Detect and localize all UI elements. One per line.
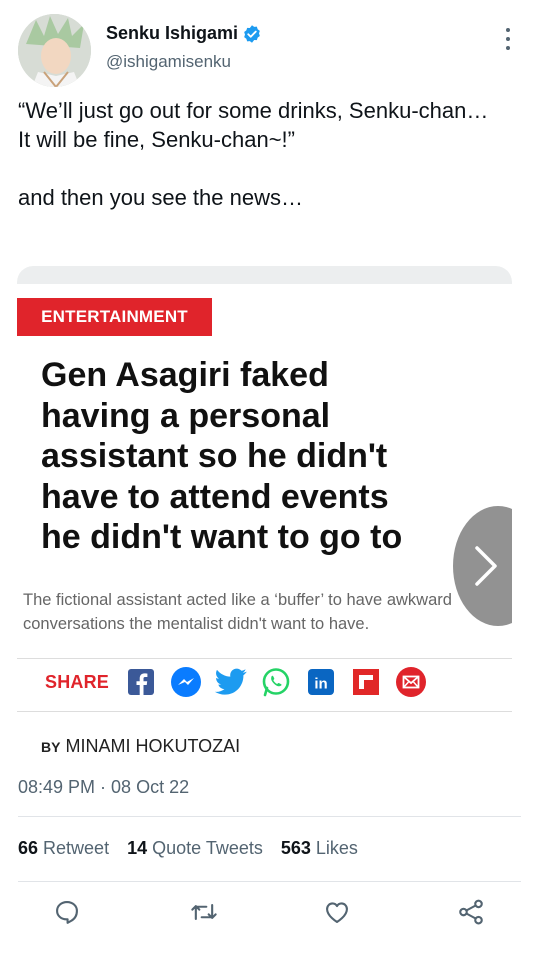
whatsapp-icon [260, 666, 292, 698]
likes-stat[interactable]: 563 Likes [281, 838, 358, 859]
flipboard-icon [350, 666, 382, 698]
email-icon [395, 666, 427, 698]
tweet-action-bar [0, 896, 539, 936]
tweet-timestamp[interactable]: 08:49 PM · 08 Oct 22 [18, 777, 189, 798]
quote-tweets-label: Quote Tweets [152, 838, 263, 858]
user-handle[interactable]: @ishigamisenku [106, 52, 231, 72]
tweet-media-image[interactable]: ENTERTAINMENT Gen Asagiri faked having a… [17, 266, 512, 786]
article-author: MINAMI HOKUTOZAI [65, 736, 241, 756]
avatar[interactable] [18, 14, 91, 87]
tweet-header: Senku Ishigami @ishigamisenku [18, 14, 539, 88]
messenger-icon [170, 666, 202, 698]
verified-badge-icon [244, 24, 260, 43]
quote-tweets-count: 14 [127, 838, 148, 858]
article-byline: BY MINAMI HOKUTOZAI [41, 736, 240, 757]
more-options-icon[interactable] [505, 28, 511, 50]
article-subheading: The fictional assistant acted like a ‘bu… [23, 591, 452, 633]
byline-prefix: BY [41, 739, 61, 755]
retweet-icon[interactable] [188, 896, 220, 928]
tweet-stats: 66 Retweet 14 Quote Tweets 563 Likes [18, 838, 376, 859]
media-top-edge [17, 266, 512, 284]
display-name[interactable]: Senku Ishigami [106, 23, 238, 44]
share-label: SHARE [45, 671, 110, 692]
tweet-text-line: “We’ll just go out for some drinks, Senk… [18, 98, 489, 152]
divider [18, 816, 521, 817]
facebook-icon [125, 666, 157, 698]
retweets-count: 66 [18, 838, 39, 858]
retweets-label: Retweet [43, 838, 110, 858]
retweets-stat[interactable]: 66 Retweet [18, 838, 109, 859]
share-bar: SHARE in [45, 666, 440, 698]
like-icon[interactable] [321, 896, 353, 928]
divider [17, 711, 512, 712]
svg-text:in: in [314, 676, 327, 693]
twitter-icon [215, 666, 247, 698]
divider [18, 881, 521, 882]
likes-label: Likes [315, 838, 358, 858]
likes-count: 563 [280, 838, 311, 858]
article-category-label: ENTERTAINMENT [17, 298, 212, 336]
chevron-right-icon [475, 546, 497, 586]
article-headline: Gen Asagiri faked having a personal assi… [41, 356, 403, 556]
tweet-text-line: and then you see the news… [18, 185, 303, 210]
linkedin-icon: in [305, 666, 337, 698]
tweet-text: “We’ll just go out for some drinks, Senk… [18, 96, 498, 212]
divider [17, 658, 512, 659]
share-icon[interactable] [455, 896, 487, 928]
quote-tweets-stat[interactable]: 14 Quote Tweets [127, 838, 263, 859]
reply-icon[interactable] [51, 896, 83, 928]
